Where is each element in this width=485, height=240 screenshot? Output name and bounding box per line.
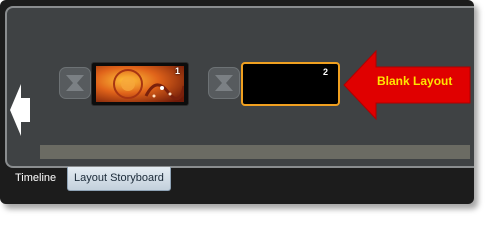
tab-layout-storyboard[interactable]: Layout Storyboard: [67, 167, 171, 191]
horizontal-scrollbar[interactable]: [40, 145, 470, 159]
callout-label: Blank Layout: [377, 74, 453, 88]
transition-slot-2[interactable]: [208, 67, 240, 99]
storyboard-window: 1 2 Blank Layout Timeline Layout Storybo…: [0, 0, 474, 204]
tab-timeline[interactable]: Timeline: [15, 166, 56, 190]
left-arrow-icon[interactable]: [10, 84, 32, 141]
clip-thumbnail: [96, 66, 184, 102]
clip-number: 1: [174, 66, 180, 76]
blank-layout-clip[interactable]: 2: [241, 62, 340, 106]
clip-number: 2: [322, 67, 328, 77]
transition-slot-1[interactable]: [59, 67, 91, 99]
layout-clip[interactable]: 1: [91, 62, 189, 106]
